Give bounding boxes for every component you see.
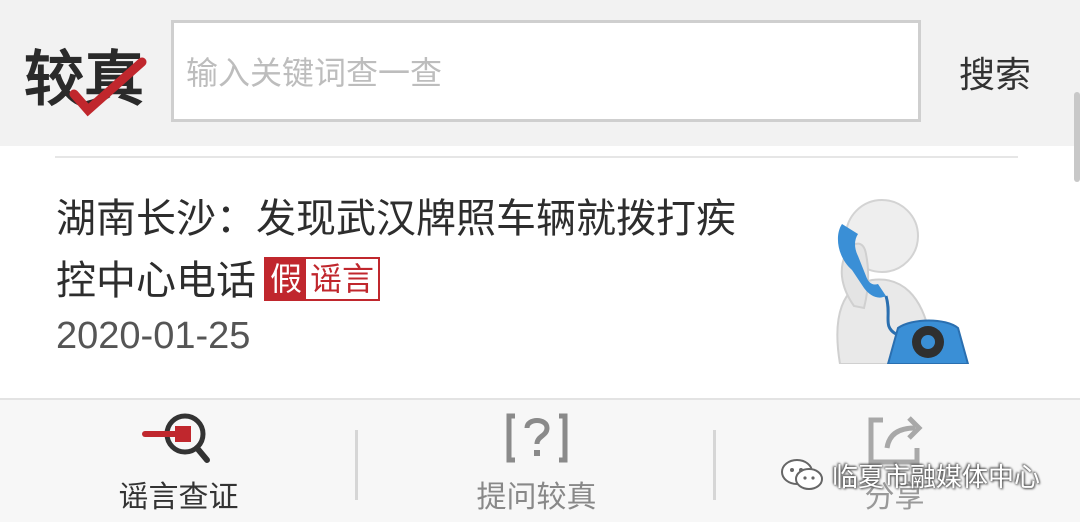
article-title-text: 湖南长沙：发现武汉牌照车辆就拨打疾控中心电话 bbox=[56, 196, 736, 304]
verdict-rumor-label: 谣言 bbox=[306, 259, 379, 299]
watermark-text: 临夏市融媒体中心 bbox=[832, 462, 1041, 493]
top-header: 较真 输入关键词查一查 搜索 bbox=[0, 0, 1080, 182]
nav-rumor-check[interactable]: 谣言查证 bbox=[0, 398, 357, 522]
nav-label: 提问较真 bbox=[476, 480, 597, 515]
search-input[interactable]: 输入关键词查一查 bbox=[171, 20, 921, 122]
wechat-icon bbox=[781, 459, 823, 490]
article-title[interactable]: 湖南长沙：发现武汉牌照车辆就拨打疾控中心电话假谣言 bbox=[56, 188, 756, 312]
logo[interactable]: 较真 bbox=[22, 32, 150, 118]
phone-call-figure-icon[interactable] bbox=[812, 196, 972, 364]
nav-label: 谣言查证 bbox=[118, 480, 239, 515]
question-box-icon bbox=[506, 413, 567, 463]
scrollbar[interactable] bbox=[1074, 92, 1080, 182]
divider bbox=[55, 156, 1018, 158]
nav-ask-question[interactable]: 提问较真 bbox=[358, 398, 715, 522]
verdict-false-label: 假 bbox=[266, 259, 307, 299]
search-placeholder: 输入关键词查一查 bbox=[186, 54, 443, 92]
watermark: 临夏市融媒体中心 bbox=[780, 455, 1040, 495]
magnifier-icon bbox=[141, 413, 210, 463]
article-date: 2020-01-25 bbox=[56, 315, 251, 357]
verdict-badge: 假谣言 bbox=[264, 257, 381, 301]
search-button[interactable]: 搜索 bbox=[940, 40, 1050, 104]
